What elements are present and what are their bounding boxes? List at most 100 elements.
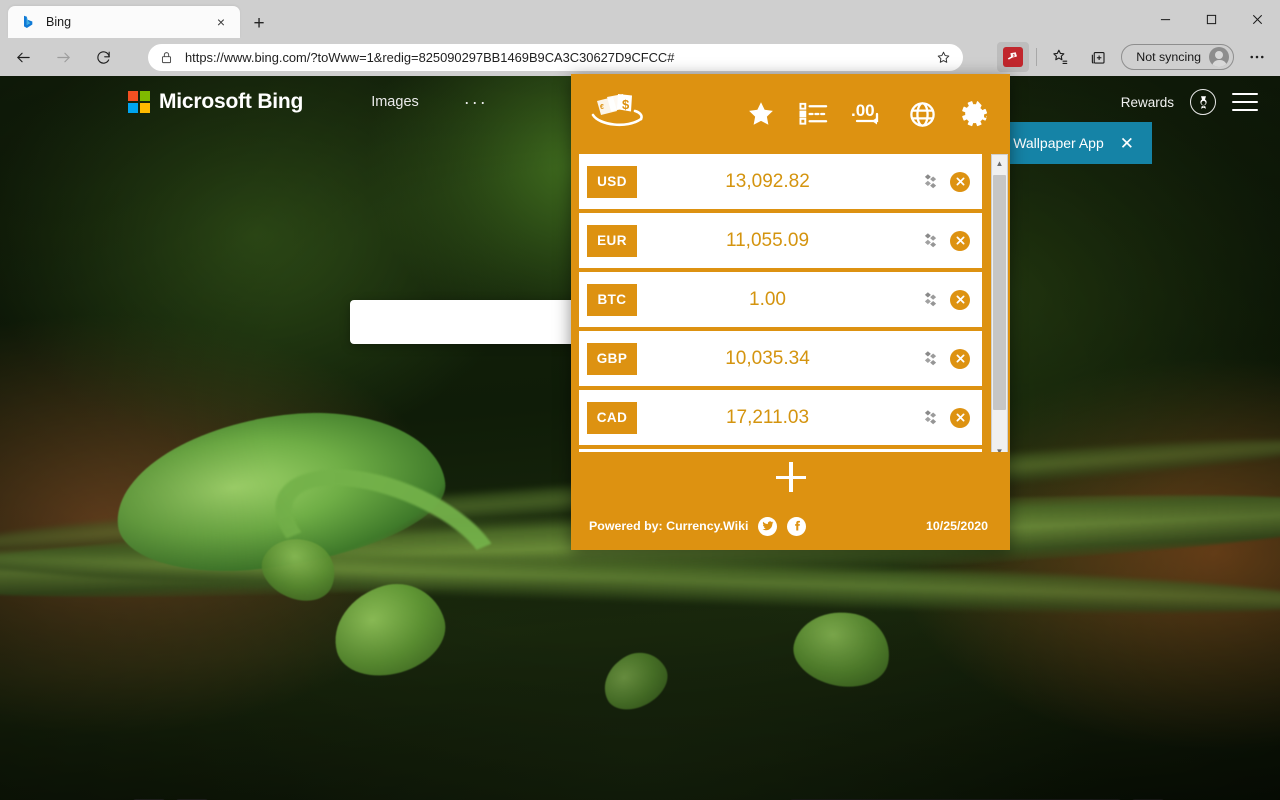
bing-menu-icon[interactable] (1232, 93, 1258, 111)
currency-amount[interactable]: 17,211.03 (637, 407, 922, 429)
widget-header: $ € .00 (571, 74, 1010, 154)
currency-amount[interactable]: 10,035.34 (637, 348, 922, 370)
maximize-button[interactable] (1188, 0, 1234, 38)
widget-footer: Powered by: Currency.Wiki 10/25/2020 (571, 502, 1010, 550)
add-currency-button[interactable] (571, 452, 1010, 502)
globe-icon[interactable] (908, 100, 937, 129)
close-circle-icon[interactable] (950, 348, 970, 369)
address-bar[interactable]: https://www.bing.com/?toWww=1&redig=8250… (148, 44, 963, 71)
currency-row[interactable]: CAD 17,211.03 (579, 390, 982, 445)
currency-row[interactable]: GBP 10,035.34 (579, 331, 982, 386)
close-circle-icon[interactable] (950, 407, 970, 428)
currency-code: CAD (587, 401, 637, 434)
svg-text:.00: .00 (851, 101, 875, 120)
currency-amount[interactable]: 11,055.09 (637, 230, 922, 252)
nav-more-button[interactable]: ··· (464, 93, 488, 111)
bing-logo[interactable]: Microsoft Bing (128, 90, 303, 114)
close-window-button[interactable] (1234, 0, 1280, 38)
close-circle-icon[interactable] (950, 230, 970, 251)
microsoft-logo-icon (128, 91, 150, 113)
currency-code: EUR (587, 224, 637, 257)
svg-text:€: € (600, 104, 604, 111)
sort-arrows-icon[interactable] (922, 232, 938, 250)
collections-icon (1092, 51, 1105, 64)
currency-list-scrollbar[interactable]: ▲ ▼ (991, 154, 1008, 452)
currency-row-actions (922, 348, 970, 369)
money-bills-icon: $ (1003, 47, 1024, 67)
decimal-precision-icon[interactable]: .00 (851, 100, 885, 128)
bing-wordmark: Microsoft Bing (159, 90, 304, 113)
collections-button[interactable] (1082, 42, 1114, 72)
currency-row-actions (922, 230, 970, 251)
wallpaper-app-banner[interactable]: Wallpaper App ✕ (995, 122, 1152, 164)
currency-amount[interactable]: 1.00 (637, 289, 922, 311)
widget-header-icons: .00 (746, 99, 990, 129)
widget-date: 10/25/2020 (925, 519, 988, 533)
currency-row-actions (922, 407, 970, 428)
forward-button[interactable] (46, 42, 80, 72)
avatar (1209, 47, 1229, 67)
currency-code: BTC (587, 283, 637, 316)
rewards-medal-icon[interactable] (1190, 89, 1216, 115)
close-circle-icon[interactable] (950, 289, 970, 310)
bing-header-right: Rewards (1121, 76, 1258, 128)
ellipsis-icon (1250, 55, 1264, 59)
back-button[interactable] (6, 42, 40, 72)
refresh-icon (96, 50, 110, 64)
star-icon[interactable] (746, 99, 776, 129)
browser-chrome: Bing × + https://www.bing.com/?toWww=1&r… (0, 0, 1280, 76)
currency-list: USD 13,092.82 EUR 11,055.09 BTC 1.00 GBP 10,035… (571, 154, 1010, 452)
scroll-down-arrow[interactable]: ▼ (992, 443, 1007, 453)
facebook-icon[interactable] (787, 516, 807, 536)
currency-converter-popup: $ € .00 USD 13,092.82 EUR 11,055.09 BTC … (571, 74, 1010, 550)
arrow-left-icon (16, 52, 30, 62)
browser-window: Microsoft Bing Images ··· Rewards Wallpa… (0, 0, 1280, 800)
sort-arrows-icon[interactable] (922, 350, 938, 368)
browser-settings-button[interactable] (1241, 42, 1273, 72)
tab-close-icon[interactable]: × (210, 11, 232, 33)
address-bar-url: https://www.bing.com/?toWww=1&redig=8250… (185, 50, 675, 65)
sort-arrows-icon[interactable] (922, 173, 938, 191)
gear-icon[interactable] (960, 99, 990, 129)
favorites-button[interactable] (1044, 42, 1076, 72)
profile-button[interactable]: Not syncing (1121, 44, 1234, 70)
powered-by-label: Powered by: Currency.Wiki (589, 519, 749, 533)
nav-images-link[interactable]: Images (371, 94, 419, 110)
lock-icon (160, 51, 174, 64)
scroll-up-arrow[interactable]: ▲ (992, 155, 1007, 171)
sort-arrows-icon[interactable] (922, 291, 938, 309)
currency-row[interactable]: EUR 11,055.09 (579, 213, 982, 268)
svg-text:$: $ (622, 97, 630, 112)
bing-favicon-icon (20, 14, 36, 30)
currency-row-actions (922, 289, 970, 310)
tab-title: Bing (46, 15, 72, 29)
minimize-button[interactable] (1142, 0, 1188, 38)
currency-converter-extension-button[interactable]: $ (997, 42, 1030, 72)
currency-row-actions (922, 171, 970, 192)
new-tab-button[interactable]: + (246, 11, 272, 37)
favorite-star-icon[interactable] (933, 50, 953, 65)
currency-row[interactable]: BTC 1.00 (579, 272, 982, 327)
favorites-icon (1053, 49, 1068, 64)
sort-arrows-icon[interactable] (922, 409, 938, 427)
refresh-button[interactable] (86, 42, 120, 72)
wallpaper-app-label: Wallpaper App (1013, 135, 1104, 151)
close-circle-icon[interactable] (950, 171, 970, 192)
list-icon[interactable] (799, 101, 828, 127)
currency-row[interactable]: INR966,698.36 (579, 449, 982, 452)
close-icon[interactable]: ✕ (1120, 135, 1134, 152)
toolbar-actions: $ Not syncing (994, 41, 1276, 73)
scrollbar-thumb[interactable] (993, 175, 1006, 410)
currency-row[interactable]: USD 13,092.82 (579, 154, 982, 209)
currency-amount[interactable]: 13,092.82 (637, 171, 922, 193)
profile-status-label: Not syncing (1136, 50, 1201, 64)
tab-strip: Bing × + (0, 0, 1280, 38)
toolbar-divider (1036, 48, 1038, 66)
tab-bing[interactable]: Bing × (8, 6, 240, 38)
currency-code: USD (587, 165, 637, 198)
rewards-label[interactable]: Rewards (1121, 95, 1174, 110)
money-bills-icon: $ € (587, 91, 649, 137)
currency-code: GBP (587, 342, 637, 375)
twitter-icon[interactable] (758, 516, 778, 536)
scrollbar-track[interactable] (992, 171, 1007, 443)
